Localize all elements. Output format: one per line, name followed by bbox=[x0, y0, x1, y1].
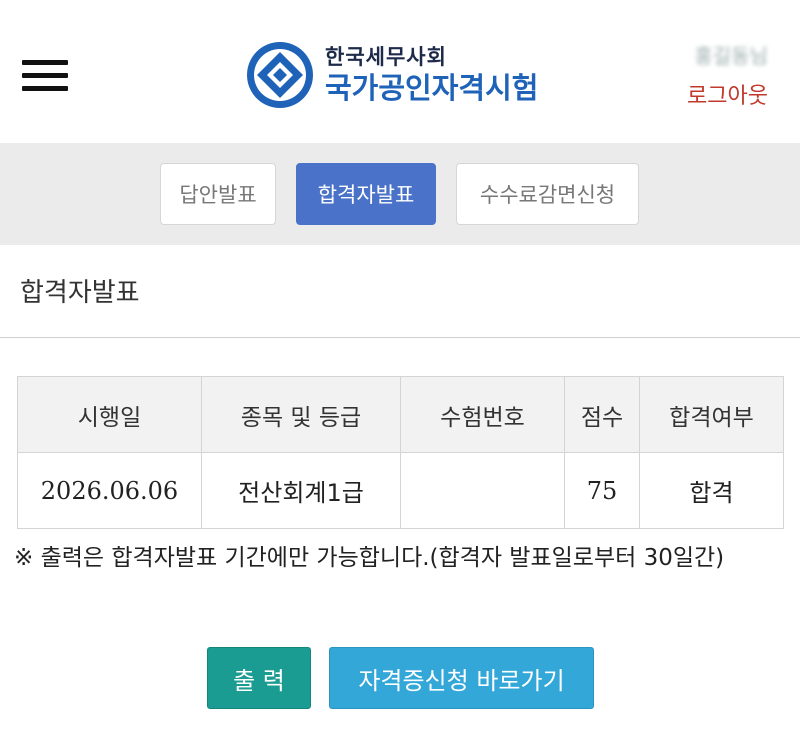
cell-exam-date: 2026.06.06 bbox=[17, 452, 202, 529]
cell-subject-grade: 전산회계1급 bbox=[201, 452, 401, 529]
logo-icon bbox=[247, 42, 313, 108]
cell-pass-status: 합격 bbox=[639, 452, 784, 529]
header-subject-grade: 종목 및 등급 bbox=[201, 376, 401, 453]
header-pass-status: 합격여부 bbox=[639, 376, 784, 453]
result-table: 시행일 종목 및 등급 수험번호 점수 합격여부 2026.06.06 전산회계… bbox=[17, 376, 784, 529]
certificate-apply-button[interactable]: 자격증신청 바로가기 bbox=[329, 647, 594, 709]
header-exam-number: 수험번호 bbox=[400, 376, 565, 453]
print-notice: ※ 출력은 합격자발표 기간에만 가능합니다.(합격자 발표일로부터 30일간) bbox=[14, 545, 725, 571]
menu-icon[interactable] bbox=[22, 58, 68, 94]
print-button[interactable]: 출 력 bbox=[207, 647, 311, 709]
logo[interactable]: 한국세무사회 국가공인자격시험 bbox=[245, 40, 538, 110]
logo-subtitle: 한국세무사회 bbox=[325, 45, 447, 69]
logo-title: 국가공인자격시험 bbox=[325, 71, 539, 105]
tab-fee-reduction[interactable]: 수수료감면신청 bbox=[456, 163, 639, 225]
tab-pass-announcement[interactable]: 합격자발표 bbox=[296, 163, 436, 225]
header-score: 점수 bbox=[564, 376, 640, 453]
tab-bar: 답안발표 합격자발표 수수료감면신청 bbox=[0, 143, 800, 245]
tab-answer-release[interactable]: 답안발표 bbox=[160, 163, 276, 225]
cell-exam-number bbox=[400, 452, 565, 529]
divider bbox=[0, 337, 800, 338]
table-header-row: 시행일 종목 및 등급 수험번호 점수 합격여부 bbox=[17, 376, 784, 453]
logout-link[interactable]: 로그아웃 bbox=[668, 78, 768, 110]
user-name: 홍길동님 bbox=[694, 44, 768, 68]
header: 한국세무사회 국가공인자격시험 홍길동님 로그아웃 bbox=[0, 0, 800, 143]
header-exam-date: 시행일 bbox=[17, 376, 202, 453]
table-row: 2026.06.06 전산회계1급 75 합격 bbox=[17, 452, 784, 529]
page-title: 합격자발표 bbox=[20, 278, 140, 308]
cell-score: 75 bbox=[564, 452, 640, 529]
